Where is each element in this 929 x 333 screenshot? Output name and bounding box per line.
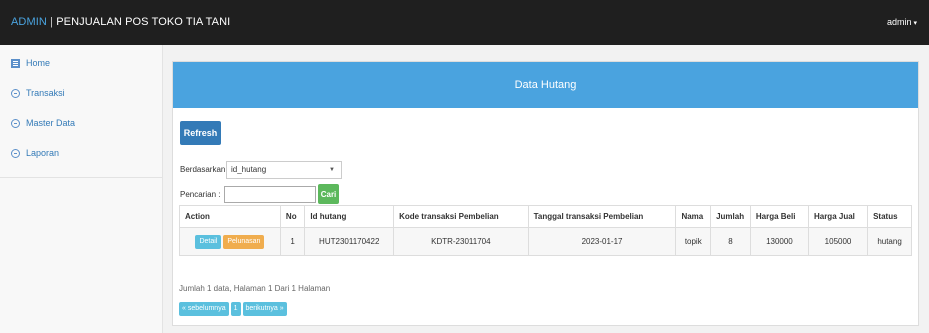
- search-label: Pencarian :: [180, 190, 221, 199]
- sidebar-item-label: Home: [26, 58, 51, 68]
- detail-button[interactable]: Detail: [195, 234, 222, 249]
- sidebar-item-laporan[interactable]: Laporan: [0, 138, 163, 168]
- filter-label-text: Berdasarkan: [180, 165, 226, 174]
- cell-kode-transaksi: KDTR-23011704: [393, 227, 529, 256]
- sidebar-item-label: Laporan: [26, 148, 60, 158]
- search-input[interactable]: [224, 186, 316, 203]
- sidebar-item-label: Transaksi: [26, 88, 65, 98]
- page-1-button[interactable]: 1: [230, 302, 241, 316]
- circle-arrow-icon: [11, 118, 20, 128]
- column-header-harga-jual: Harga Jual: [807, 205, 869, 228]
- user-name: admin: [886, 17, 912, 27]
- sidebar-item-master-data[interactable]: Master Data: [0, 108, 163, 138]
- column-header-no: No: [279, 205, 306, 228]
- data-hutang-panel: Data Hutang Refresh Berdasarkan: id_huta…: [172, 61, 919, 326]
- pagination: « sebelumnya 1 berikutnya »: [179, 302, 289, 316]
- column-header-action: Action: [179, 205, 281, 228]
- cell-harga-jual: 105000: [807, 227, 869, 256]
- table-row: Detail Pelunasan 1 HUT2301170422 KDTR-230…: [179, 227, 912, 256]
- chevron-down-icon: ▾: [913, 20, 917, 27]
- search-button[interactable]: Cari: [318, 184, 339, 204]
- hutang-table: Action No Id hutang Kode transaksi Pembe…: [179, 205, 912, 256]
- filter-label: Berdasarkan:: [180, 165, 228, 174]
- pagination-info: Jumlah 1 data, Halaman 1 Dari 1 Halaman: [179, 284, 331, 293]
- chevron-down-icon: ▼: [329, 167, 335, 173]
- home-icon: [11, 58, 20, 68]
- column-header-harga-beli: Harga Beli: [749, 205, 809, 228]
- refresh-button[interactable]: Refresh: [180, 121, 221, 145]
- cell-harga-beli: 130000: [749, 227, 809, 256]
- column-header-status: Status: [867, 205, 912, 228]
- sidebar-item-label: Master Data: [26, 118, 76, 128]
- top-navbar: ADMIN | PENJUALAN POS TOKO TIA TANI admi…: [0, 0, 929, 45]
- column-header-tanggal-transaksi: Tanggal transaksi Pembelian: [527, 205, 677, 228]
- brand-title[interactable]: ADMIN | PENJUALAN POS TOKO TIA TANI: [11, 16, 230, 28]
- cell-nama: topik: [675, 227, 712, 256]
- column-header-kode-transaksi: Kode transaksi Pembelian: [393, 205, 529, 228]
- cell-no: 1: [279, 227, 306, 256]
- table-header-row: Action No Id hutang Kode transaksi Pembe…: [179, 205, 912, 228]
- pelunasan-button[interactable]: Pelunasan: [223, 234, 265, 249]
- action-cell: Detail Pelunasan: [179, 227, 281, 256]
- next-page-button[interactable]: berikutnya »: [242, 302, 287, 316]
- search-label-text: Pencarian: [180, 190, 217, 199]
- sidebar-item-transaksi[interactable]: Transaksi: [0, 78, 163, 108]
- user-menu[interactable]: admin ▾: [887, 17, 917, 27]
- panel-title: Data Hutang: [173, 62, 918, 108]
- sidebar-item-home[interactable]: Home: [0, 48, 163, 78]
- sidebar: Home Transaksi Master Data Laporan: [0, 45, 163, 333]
- brand-admin: ADMIN: [11, 16, 47, 28]
- circle-arrow-icon: [11, 88, 20, 98]
- filter-selected-value: id_hutang: [231, 165, 267, 174]
- prev-page-button[interactable]: « sebelumnya: [179, 302, 229, 316]
- sidebar-divider: [0, 177, 163, 178]
- column-header-nama: Nama: [675, 205, 712, 228]
- circle-arrow-icon: [11, 148, 20, 158]
- cell-tanggal: 2023-01-17: [527, 227, 677, 256]
- cell-jumlah: 8: [710, 227, 751, 256]
- filter-select[interactable]: id_hutang ▼: [226, 161, 342, 179]
- column-header-jumlah: Jumlah: [710, 205, 751, 228]
- cell-status: hutang: [867, 227, 912, 256]
- column-header-id-hutang: Id hutang: [304, 205, 395, 228]
- cell-id-hutang: HUT2301170422: [304, 227, 395, 256]
- brand-app-name: PENJUALAN POS TOKO TIA TANI: [56, 16, 231, 28]
- brand-separator: |: [46, 16, 57, 28]
